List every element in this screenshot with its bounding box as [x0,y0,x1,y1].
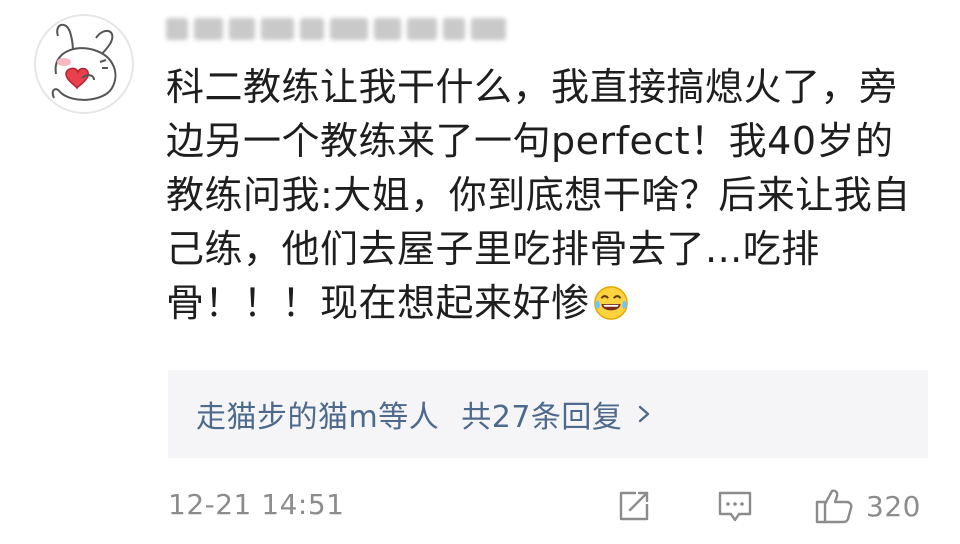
forward-button[interactable] [616,486,652,526]
thumbs-up-icon [815,489,853,524]
cartoon-rabbit-holding-heart-icon [51,23,117,101]
laughing-crying-emoji [593,286,628,320]
like-button[interactable]: 320 [814,486,921,526]
comment-button[interactable] [716,486,754,526]
comment-card: 科二教练让我干什么，我直接搞熄火了，旁边另一个教练来了一句perfect！我40… [0,0,960,544]
chevron-right-icon[interactable] [634,404,654,424]
comment-bubble-icon [718,491,752,522]
timestamp: 12-21 14:51 [168,488,345,521]
username-redacted [166,12,507,46]
reply-count[interactable]: 共27条回复 [461,392,622,436]
reply-users[interactable]: 走猫步的猫m等人 [196,392,439,436]
share-edit-icon [619,491,649,521]
comment-text: 科二教练让我干什么，我直接搞熄火了，旁边另一个教练来了一句perfect！我40… [166,60,916,330]
comment-footer: 12-21 14:51 320 [168,484,928,528]
avatar[interactable] [34,14,134,114]
replies-preview[interactable]: 走猫步的猫m等人 共27条回复 [168,370,928,458]
like-count: 320 [866,489,921,523]
comment-body: 科二教练让我干什么，我直接搞熄火了，旁边另一个教练来了一句perfect！我40… [166,65,911,325]
